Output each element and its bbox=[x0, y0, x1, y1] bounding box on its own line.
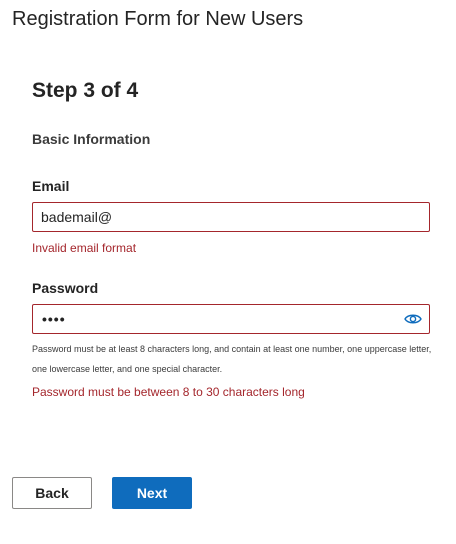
next-button[interactable]: Next bbox=[112, 477, 192, 509]
password-masked-value: •••• bbox=[42, 311, 66, 327]
password-label: Password bbox=[32, 280, 99, 296]
email-label: Email bbox=[32, 178, 70, 194]
step-title: Step 3 of 4 bbox=[32, 79, 139, 102]
eye-icon[interactable] bbox=[404, 312, 422, 326]
page-title: Registration Form for New Users bbox=[12, 8, 304, 30]
email-field-box bbox=[32, 202, 430, 232]
password-error-message: Password must be between 8 to 30 charact… bbox=[32, 385, 305, 399]
section-label: Basic Information bbox=[32, 131, 151, 147]
password-field[interactable]: •••• bbox=[32, 304, 430, 334]
email-error-message: Invalid email format bbox=[32, 241, 137, 255]
back-button[interactable]: Back bbox=[12, 477, 92, 509]
email-field[interactable] bbox=[33, 203, 429, 231]
password-hint: Password must be at least 8 characters l… bbox=[32, 344, 432, 374]
